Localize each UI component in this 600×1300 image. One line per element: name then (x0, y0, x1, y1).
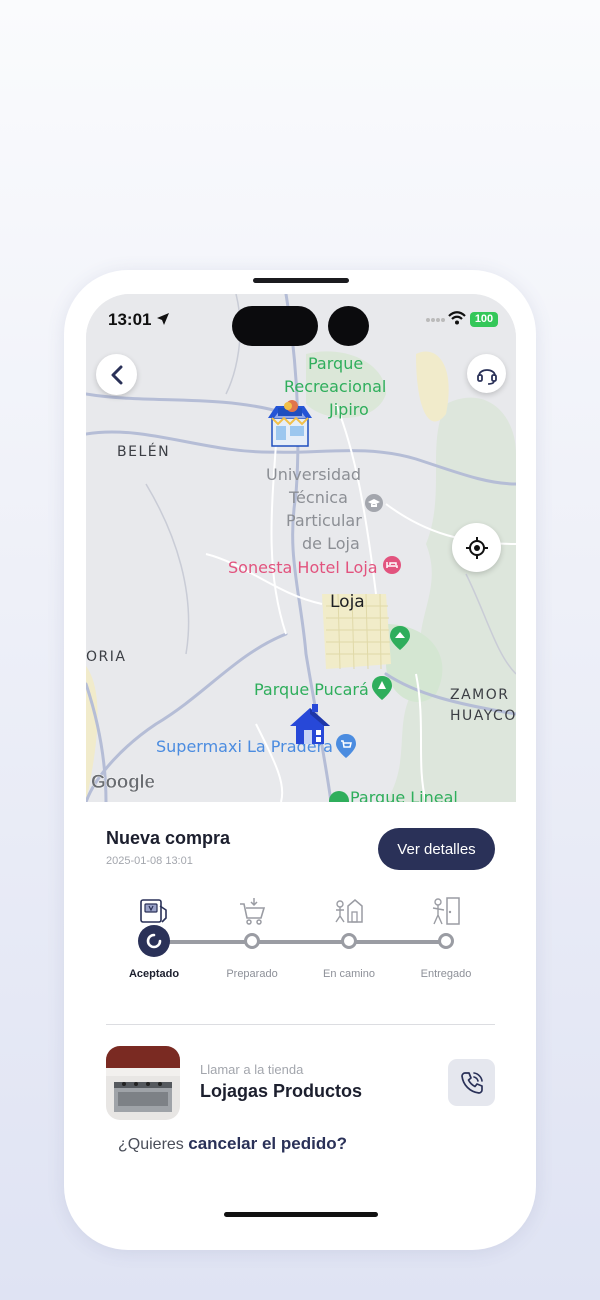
map-label-pucara: Parque Pucará (254, 680, 369, 699)
store-name: Lojagas Productos (200, 1081, 363, 1101)
park-pin-icon (390, 626, 410, 650)
signal-icon (426, 318, 445, 322)
delivery-icon (332, 896, 364, 926)
map-label-lineal: Parque Lineal (350, 788, 458, 802)
progress-track (154, 940, 446, 944)
status-time-text: 13:01 (108, 310, 152, 329)
order-date: 2025-01-08 13:01 (106, 855, 193, 867)
view-details-button[interactable]: Ver detalles (378, 828, 495, 870)
home-marker-icon[interactable] (288, 704, 332, 748)
map-label-huayco: HUAYCO (450, 708, 516, 724)
cancel-prefix: ¿Quieres (118, 1136, 184, 1153)
store-marker-icon[interactable] (266, 400, 314, 450)
cart-icon (236, 896, 268, 926)
headset-icon (476, 368, 497, 385)
call-store-button[interactable] (448, 1059, 495, 1106)
store-thumbnail (106, 1046, 180, 1120)
loading-spinner-icon (146, 933, 162, 949)
step-dot-aceptado (138, 925, 170, 957)
support-button[interactable] (467, 354, 506, 393)
map-label-oria: ORIA (86, 649, 127, 665)
front-camera (328, 306, 369, 346)
divider (106, 1024, 495, 1025)
step-label-aceptado: Aceptado (128, 968, 180, 980)
home-indicator[interactable] (224, 1212, 378, 1217)
status-bar: 13:01 100 (86, 294, 516, 346)
status-time: 13:01 (108, 310, 170, 330)
back-chevron-icon (111, 365, 122, 384)
map-label-recreacional: Recreacional (284, 377, 387, 396)
step-label-en-camino: En camino (323, 968, 375, 980)
door-delivery-icon (430, 896, 462, 926)
map-label-universidad: Universidad (266, 465, 362, 484)
wifi-icon (448, 311, 466, 325)
map-label-sonesta: Sonesta Hotel Loja (228, 558, 378, 577)
phone-icon (460, 1071, 483, 1094)
map-label-particular: Particular (286, 511, 362, 530)
order-title: Nueva compra (106, 828, 231, 848)
map-label-de-loja: de Loja (302, 534, 360, 553)
google-attribution: Google (91, 772, 155, 793)
map-label-tecnica: Técnica (289, 488, 348, 507)
step-label-entregado: Entregado (420, 968, 472, 980)
step-label-preparado: Preparado (226, 968, 278, 980)
locate-button[interactable] (452, 523, 501, 572)
battery-indicator: 100 (470, 312, 498, 327)
pucara-pin-icon (372, 676, 392, 700)
cancel-order-prompt: ¿Quieres cancelar el pedido? (118, 1134, 347, 1154)
location-arrow-icon (157, 313, 170, 325)
shopping-pin-icon (336, 734, 356, 758)
map-label-belen: BELÉN (117, 444, 171, 460)
step-dot-entregado (438, 933, 454, 949)
app-screen: Parque Recreacional Jipiro BELÉN Univers… (86, 294, 516, 1229)
map-label-loja: Loja (330, 592, 365, 612)
step-dot-en-camino (341, 933, 357, 949)
step-dot-preparado (244, 933, 260, 949)
map-label-jipiro: Jipiro (329, 400, 369, 419)
cancel-order-link[interactable]: cancelar el pedido? (188, 1134, 347, 1153)
back-button[interactable] (96, 354, 137, 395)
phone-speaker (253, 278, 349, 283)
university-pin-icon (365, 494, 383, 512)
card-payment-icon (138, 896, 170, 926)
locate-icon (465, 536, 488, 559)
map-label-zamora: ZAMOR (450, 687, 510, 703)
dynamic-island (232, 306, 318, 346)
hotel-pin-icon (383, 556, 401, 574)
map-label-parque: Parque (308, 354, 364, 373)
call-store-caption: Llamar a la tienda (200, 1062, 304, 1077)
